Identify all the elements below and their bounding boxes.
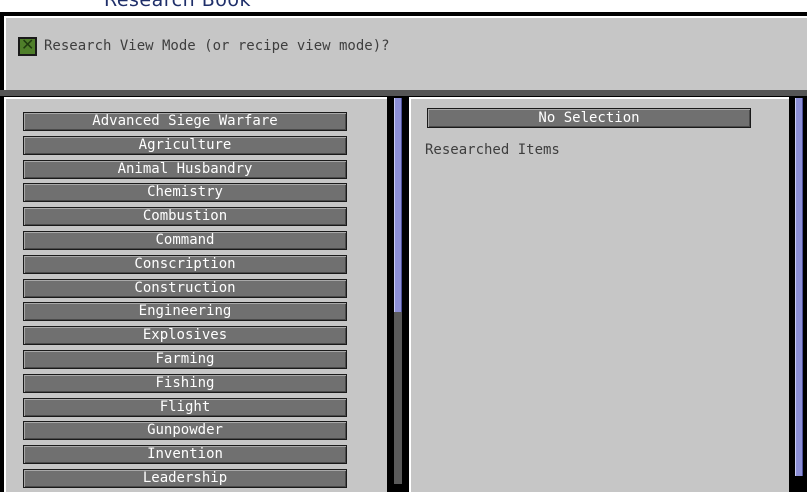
category-list-panel: Advanced Siege Warfare Agriculture Animal … bbox=[4, 97, 387, 492]
category-button[interactable]: Construction bbox=[23, 278, 347, 298]
researched-items-label: Researched Items bbox=[425, 142, 560, 158]
detail-scrollbar-thumb[interactable] bbox=[795, 98, 803, 476]
view-mode-header: ✕ Research View Mode (or recipe view mod… bbox=[4, 16, 807, 90]
category-scrollbar-lower bbox=[394, 312, 402, 484]
category-button[interactable]: Chemistry bbox=[23, 183, 347, 203]
category-button[interactable]: Flight bbox=[23, 397, 347, 417]
category-button[interactable]: Farming bbox=[23, 349, 347, 369]
selection-button[interactable]: No Selection bbox=[427, 108, 751, 128]
research-view-mode-label: Research View Mode (or recipe view mode)… bbox=[44, 38, 390, 54]
window-title-bar: Research Book bbox=[0, 0, 807, 12]
category-list: Advanced Siege Warfare Agriculture Animal … bbox=[23, 112, 349, 492]
category-button[interactable]: Advanced Siege Warfare bbox=[23, 112, 347, 131]
category-scrollbar-thumb[interactable] bbox=[394, 98, 402, 312]
category-button[interactable]: Fishing bbox=[23, 373, 347, 393]
category-button[interactable]: Invention bbox=[23, 445, 347, 465]
research-view-mode-checkbox[interactable]: ✕ bbox=[18, 35, 37, 56]
category-button[interactable]: Animal Husbandry bbox=[23, 159, 347, 179]
research-book-screen: Research Book ✕ Research View Mode (or r… bbox=[0, 0, 807, 492]
category-button[interactable]: Command bbox=[23, 230, 347, 250]
category-button[interactable]: Combustion bbox=[23, 207, 347, 227]
category-button[interactable]: Engineering bbox=[23, 302, 347, 322]
check-x-icon: ✕ bbox=[21, 35, 35, 54]
category-button[interactable]: Conscription bbox=[23, 254, 347, 274]
window-title: Research Book bbox=[104, 0, 251, 11]
research-detail-panel: No Selection Researched Items bbox=[409, 97, 789, 492]
header-divider bbox=[0, 90, 807, 96]
category-button[interactable]: Leadership bbox=[23, 468, 347, 488]
category-button[interactable]: Explosives bbox=[23, 326, 347, 346]
category-button[interactable]: Agriculture bbox=[23, 135, 347, 155]
category-button[interactable]: Gunpowder bbox=[23, 421, 347, 441]
